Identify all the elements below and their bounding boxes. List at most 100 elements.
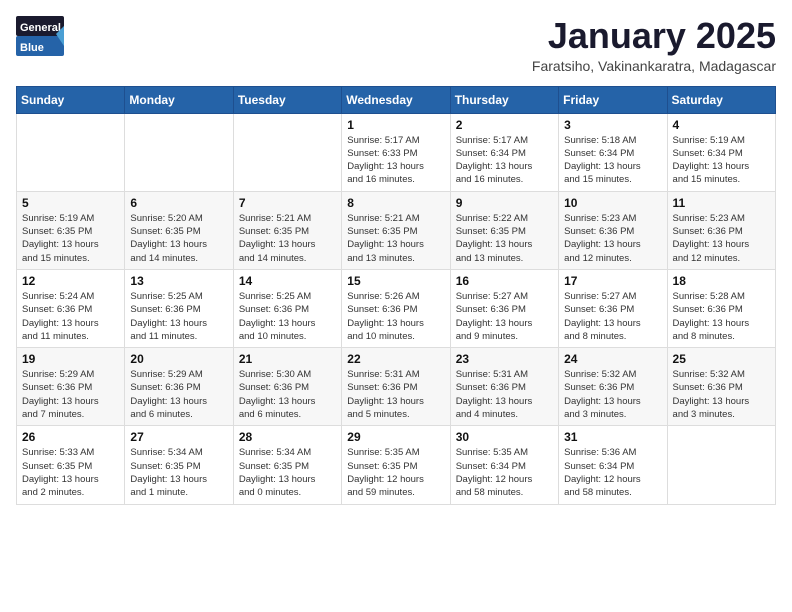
day-info: Sunrise: 5:24 AM Sunset: 6:36 PM Dayligh… (22, 290, 119, 343)
day-number: 4 (673, 118, 770, 132)
svg-text:Blue: Blue (20, 42, 44, 54)
calendar-cell (125, 113, 233, 191)
day-number: 13 (130, 274, 227, 288)
day-number: 25 (673, 352, 770, 366)
month-title: January 2025 (532, 16, 776, 56)
calendar-week-row: 26 Sunrise: 5:33 AM Sunset: 6:35 PM Dayli… (17, 426, 776, 504)
calendar-cell (17, 113, 125, 191)
logo: General Blue (16, 16, 64, 61)
calendar-cell: 22 Sunrise: 5:31 AM Sunset: 6:36 PM Dayli… (342, 348, 450, 426)
calendar-cell: 25 Sunrise: 5:32 AM Sunset: 6:36 PM Dayli… (667, 348, 775, 426)
calendar-cell: 2 Sunrise: 5:17 AM Sunset: 6:34 PM Daylig… (450, 113, 558, 191)
day-number: 21 (239, 352, 336, 366)
day-info: Sunrise: 5:26 AM Sunset: 6:36 PM Dayligh… (347, 290, 444, 343)
day-info: Sunrise: 5:23 AM Sunset: 6:36 PM Dayligh… (673, 212, 770, 265)
day-number: 12 (22, 274, 119, 288)
day-number: 24 (564, 352, 661, 366)
weekday-header: Wednesday (342, 86, 450, 113)
calendar-cell: 6 Sunrise: 5:20 AM Sunset: 6:35 PM Daylig… (125, 191, 233, 269)
day-number: 31 (564, 430, 661, 444)
day-info: Sunrise: 5:32 AM Sunset: 6:36 PM Dayligh… (564, 368, 661, 421)
calendar-cell: 18 Sunrise: 5:28 AM Sunset: 6:36 PM Dayli… (667, 269, 775, 347)
page-header: General Blue January 2025 Faratsiho, Vak… (16, 16, 776, 74)
calendar-cell: 15Sunrise: 5:26 AM Sunset: 6:36 PM Dayli… (342, 269, 450, 347)
day-number: 27 (130, 430, 227, 444)
day-number: 19 (22, 352, 119, 366)
day-info: Sunrise: 5:17 AM Sunset: 6:33 PM Dayligh… (347, 134, 444, 187)
day-number: 20 (130, 352, 227, 366)
calendar-body: 1 Sunrise: 5:17 AM Sunset: 6:33 PM Daylig… (17, 113, 776, 504)
day-number: 9 (456, 196, 553, 210)
weekday-header: Thursday (450, 86, 558, 113)
svg-text:General: General (20, 22, 61, 34)
calendar-cell: 13Sunrise: 5:25 AM Sunset: 6:36 PM Dayli… (125, 269, 233, 347)
day-number: 8 (347, 196, 444, 210)
weekday-header: Monday (125, 86, 233, 113)
calendar-cell: 24 Sunrise: 5:32 AM Sunset: 6:36 PM Dayli… (559, 348, 667, 426)
day-info: Sunrise: 5:18 AM Sunset: 6:34 PM Dayligh… (564, 134, 661, 187)
calendar-cell: 14 Sunrise: 5:25 AM Sunset: 6:36 PM Dayli… (233, 269, 341, 347)
day-info: Sunrise: 5:25 AM Sunset: 6:36 PM Dayligh… (239, 290, 336, 343)
day-number: 6 (130, 196, 227, 210)
day-number: 23 (456, 352, 553, 366)
weekday-header: Sunday (17, 86, 125, 113)
day-info: Sunrise: 5:23 AM Sunset: 6:36 PM Dayligh… (564, 212, 661, 265)
calendar-week-row: 12 Sunrise: 5:24 AM Sunset: 6:36 PM Dayli… (17, 269, 776, 347)
weekday-header: Tuesday (233, 86, 341, 113)
calendar-week-row: 19 Sunrise: 5:29 AM Sunset: 6:36 PM Dayli… (17, 348, 776, 426)
day-info: Sunrise: 5:32 AM Sunset: 6:36 PM Dayligh… (673, 368, 770, 421)
calendar-cell: 16Sunrise: 5:27 AM Sunset: 6:36 PM Dayli… (450, 269, 558, 347)
day-number: 1 (347, 118, 444, 132)
day-number: 14 (239, 274, 336, 288)
day-info: Sunrise: 5:20 AM Sunset: 6:35 PM Dayligh… (130, 212, 227, 265)
calendar-cell: 23Sunrise: 5:31 AM Sunset: 6:36 PM Dayli… (450, 348, 558, 426)
day-info: Sunrise: 5:21 AM Sunset: 6:35 PM Dayligh… (347, 212, 444, 265)
day-number: 7 (239, 196, 336, 210)
day-number: 3 (564, 118, 661, 132)
calendar-cell: 20 Sunrise: 5:29 AM Sunset: 6:36 PM Dayli… (125, 348, 233, 426)
day-info: Sunrise: 5:19 AM Sunset: 6:35 PM Dayligh… (22, 212, 119, 265)
calendar-header: SundayMondayTuesdayWednesdayThursdayFrid… (17, 86, 776, 113)
calendar-cell: 26 Sunrise: 5:33 AM Sunset: 6:35 PM Dayli… (17, 426, 125, 504)
calendar-cell: 10 Sunrise: 5:23 AM Sunset: 6:36 PM Dayli… (559, 191, 667, 269)
day-number: 5 (22, 196, 119, 210)
calendar-table: SundayMondayTuesdayWednesdayThursdayFrid… (16, 86, 776, 505)
day-number: 26 (22, 430, 119, 444)
day-number: 2 (456, 118, 553, 132)
calendar-cell: 29 Sunrise: 5:35 AM Sunset: 6:35 PM Dayli… (342, 426, 450, 504)
day-info: Sunrise: 5:33 AM Sunset: 6:35 PM Dayligh… (22, 446, 119, 499)
day-number: 16 (456, 274, 553, 288)
calendar-cell: 5 Sunrise: 5:19 AM Sunset: 6:35 PM Daylig… (17, 191, 125, 269)
calendar-cell: 27 Sunrise: 5:34 AM Sunset: 6:35 PM Dayli… (125, 426, 233, 504)
calendar-cell (233, 113, 341, 191)
location: Faratsiho, Vakinankaratra, Madagascar (532, 58, 776, 74)
day-info: Sunrise: 5:35 AM Sunset: 6:34 PM Dayligh… (456, 446, 553, 499)
title-block: January 2025 Faratsiho, Vakinankaratra, … (532, 16, 776, 74)
calendar-cell: 1 Sunrise: 5:17 AM Sunset: 6:33 PM Daylig… (342, 113, 450, 191)
day-info: Sunrise: 5:29 AM Sunset: 6:36 PM Dayligh… (130, 368, 227, 421)
weekday-header-row: SundayMondayTuesdayWednesdayThursdayFrid… (17, 86, 776, 113)
day-info: Sunrise: 5:21 AM Sunset: 6:35 PM Dayligh… (239, 212, 336, 265)
day-number: 18 (673, 274, 770, 288)
calendar-cell: 21Sunrise: 5:30 AM Sunset: 6:36 PM Dayli… (233, 348, 341, 426)
day-number: 29 (347, 430, 444, 444)
day-info: Sunrise: 5:17 AM Sunset: 6:34 PM Dayligh… (456, 134, 553, 187)
day-number: 28 (239, 430, 336, 444)
day-info: Sunrise: 5:31 AM Sunset: 6:36 PM Dayligh… (347, 368, 444, 421)
calendar-cell: 30Sunrise: 5:35 AM Sunset: 6:34 PM Dayli… (450, 426, 558, 504)
day-info: Sunrise: 5:28 AM Sunset: 6:36 PM Dayligh… (673, 290, 770, 343)
day-info: Sunrise: 5:34 AM Sunset: 6:35 PM Dayligh… (130, 446, 227, 499)
calendar-cell: 9Sunrise: 5:22 AM Sunset: 6:35 PM Daylig… (450, 191, 558, 269)
day-number: 22 (347, 352, 444, 366)
day-info: Sunrise: 5:34 AM Sunset: 6:35 PM Dayligh… (239, 446, 336, 499)
calendar-cell (667, 426, 775, 504)
day-info: Sunrise: 5:36 AM Sunset: 6:34 PM Dayligh… (564, 446, 661, 499)
day-info: Sunrise: 5:35 AM Sunset: 6:35 PM Dayligh… (347, 446, 444, 499)
calendar-cell: 11Sunrise: 5:23 AM Sunset: 6:36 PM Dayli… (667, 191, 775, 269)
day-number: 17 (564, 274, 661, 288)
calendar-cell: 12 Sunrise: 5:24 AM Sunset: 6:36 PM Dayli… (17, 269, 125, 347)
calendar-cell: 17Sunrise: 5:27 AM Sunset: 6:36 PM Dayli… (559, 269, 667, 347)
calendar-cell: 28 Sunrise: 5:34 AM Sunset: 6:35 PM Dayli… (233, 426, 341, 504)
calendar-cell: 19Sunrise: 5:29 AM Sunset: 6:36 PM Dayli… (17, 348, 125, 426)
day-number: 10 (564, 196, 661, 210)
